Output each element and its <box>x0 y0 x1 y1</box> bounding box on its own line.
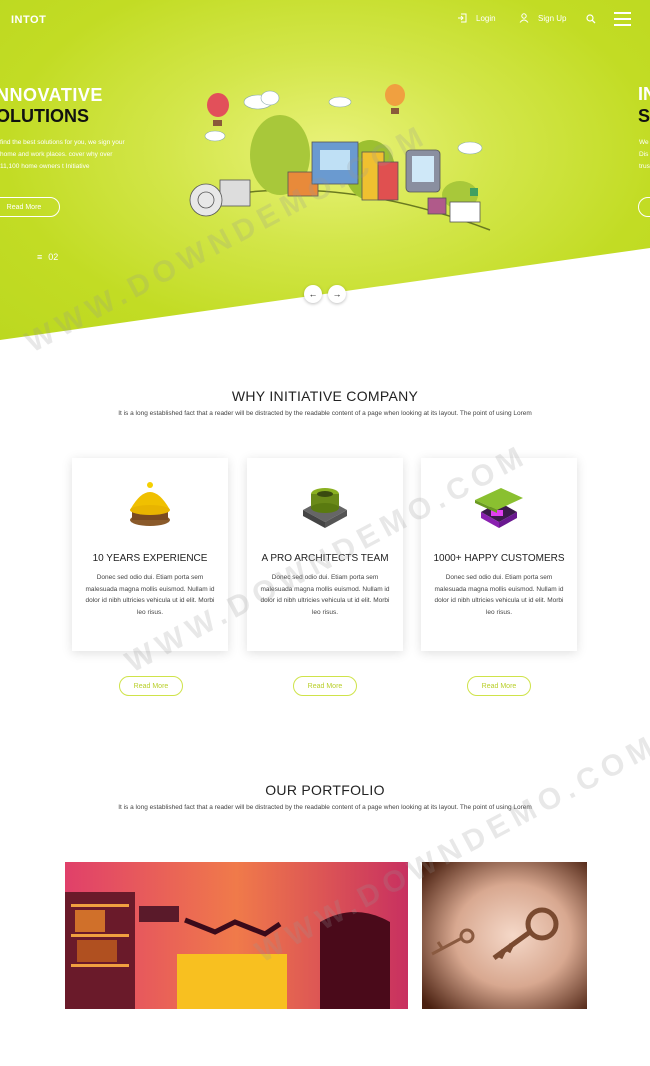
read-more-button[interactable]: Read More <box>293 676 357 696</box>
portfolio-image-keys[interactable] <box>422 862 587 1009</box>
feature-card: 10 YEARS EXPERIENCE Donec sed odio dui. … <box>72 458 228 651</box>
library-room-image <box>65 862 408 1009</box>
read-more-button[interactable]: Read More <box>467 676 531 696</box>
portfolio-section-subtitle: It is a long established fact that a rea… <box>118 804 532 811</box>
slide-number: 02 <box>48 252 59 262</box>
green-box-icon <box>303 488 347 528</box>
site-logo[interactable]: INTOT <box>11 14 46 26</box>
why-section-title: WHY INITIATIVE COMPANY <box>231 388 419 404</box>
hero-read-more-button[interactable]: Read More <box>0 197 60 217</box>
hamburger-menu-icon[interactable] <box>614 12 631 30</box>
top-navigation: INTOT Login Sign Up <box>0 0 650 40</box>
gold-cap-icon <box>130 482 170 526</box>
slide-indicator-icon: ≡ <box>37 252 43 262</box>
card-text: Donec sed odio dui. Etiam porta sem male… <box>434 574 564 616</box>
hero-title-line2: OLUTIONS <box>0 106 89 126</box>
slide-counter: ≡ 02 <box>37 252 58 262</box>
next-slide-text: We Dis trus <box>639 139 650 170</box>
signup-label: Sign Up <box>538 13 567 23</box>
prev-arrow-icon[interactable]: ← <box>304 285 322 303</box>
login-icon <box>458 13 467 23</box>
card-text: Donec sed odio dui. Etiam porta sem male… <box>260 574 390 616</box>
key-image <box>422 862 587 1009</box>
card-text: Donec sed odio dui. Etiam porta sem male… <box>85 574 215 616</box>
signup-link[interactable]: Sign Up <box>519 13 566 23</box>
card-title: 10 YEARS EXPERIENCE <box>92 553 208 564</box>
login-link[interactable]: Login <box>457 13 496 23</box>
login-label: Login <box>476 13 496 23</box>
read-more-button[interactable]: Read More <box>119 676 183 696</box>
user-icon <box>519 13 529 23</box>
portfolio-image-library[interactable] <box>65 862 408 1009</box>
why-section-subtitle: It is a long established fact that a rea… <box>118 410 532 417</box>
hero-banner: INTOT Login Sign Up NNOVATIVE OLUTIONS f… <box>0 0 650 340</box>
purple-roof-icon <box>475 488 523 528</box>
hero-description: find the best solutions for you, we sign… <box>0 139 125 170</box>
card-title: A PRO ARCHITECTS TEAM <box>261 553 389 564</box>
hero-title-line1: NNOVATIVE <box>0 85 103 105</box>
city-illustration <box>189 84 491 231</box>
next-slide-title-line1: IN <box>638 84 650 104</box>
next-arrow-icon[interactable]: → <box>328 285 346 303</box>
portfolio-section-title: OUR PORTFOLIO <box>265 782 385 798</box>
feature-card: A PRO ARCHITECTS TEAM Donec sed odio dui… <box>247 458 403 651</box>
next-slide-title-line2: S <box>638 106 650 126</box>
search-icon[interactable] <box>586 14 596 24</box>
slider-arrows: ← → <box>304 285 346 303</box>
feature-card: 1000+ HAPPY CUSTOMERS Donec sed odio dui… <box>421 458 577 651</box>
card-title: 1000+ HAPPY CUSTOMERS <box>433 553 565 564</box>
